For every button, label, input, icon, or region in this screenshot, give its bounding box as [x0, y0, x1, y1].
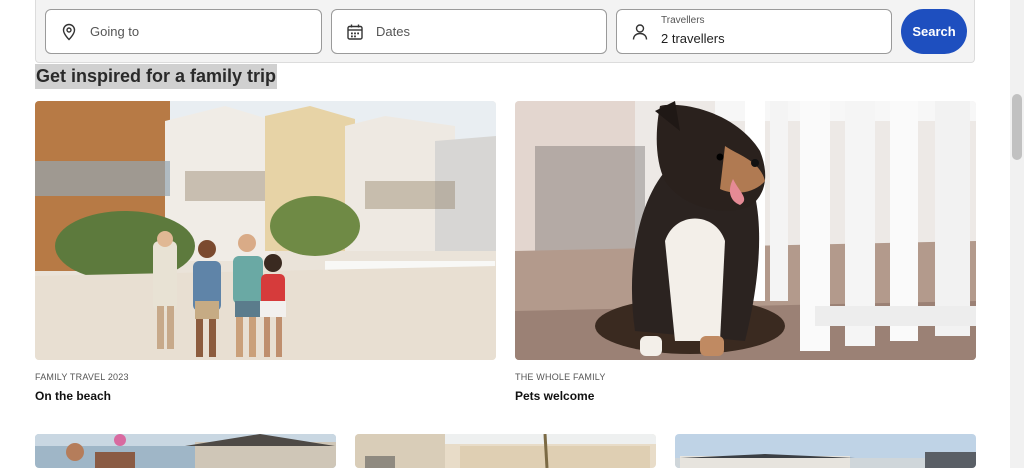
destination-field[interactable]: Going to [45, 9, 322, 54]
scrollbar-thumb[interactable] [1012, 94, 1022, 160]
resort-building-image [355, 434, 656, 468]
pool-party-image [35, 434, 336, 468]
search-button[interactable]: Search [901, 9, 967, 54]
destination-placeholder: Going to [90, 24, 140, 39]
card-preview-3[interactable] [675, 434, 976, 468]
location-pin-icon [62, 23, 76, 41]
card-preview-2[interactable] [355, 434, 656, 468]
card-title: On the beach [35, 389, 112, 403]
travellers-value: 2 travellers [661, 31, 725, 46]
card-on-the-beach[interactable]: FAMILY TRAVEL 2023 On the beach [35, 101, 496, 411]
person-icon [632, 24, 648, 40]
search-bar: Going to Dates Travellers 2 travellers S… [35, 0, 975, 63]
dates-field[interactable]: Dates [331, 9, 607, 54]
travellers-label: Travellers [661, 15, 705, 26]
beach-family-image [35, 101, 496, 360]
card-kicker: FAMILY TRAVEL 2023 [35, 372, 129, 382]
villa-image [675, 434, 976, 468]
card-kicker: THE WHOLE FAMILY [515, 372, 606, 382]
dates-placeholder: Dates [376, 24, 410, 39]
card-pets-welcome[interactable]: THE WHOLE FAMILY Pets welcome [515, 101, 976, 411]
travellers-field[interactable]: Travellers 2 travellers [616, 9, 892, 54]
calendar-icon [347, 24, 363, 40]
section-heading: Get inspired for a family trip [35, 64, 278, 89]
dog-on-porch-image [515, 101, 976, 360]
card-title: Pets welcome [515, 389, 595, 403]
card-preview-1[interactable] [35, 434, 336, 468]
scrollbar[interactable] [1010, 0, 1024, 468]
